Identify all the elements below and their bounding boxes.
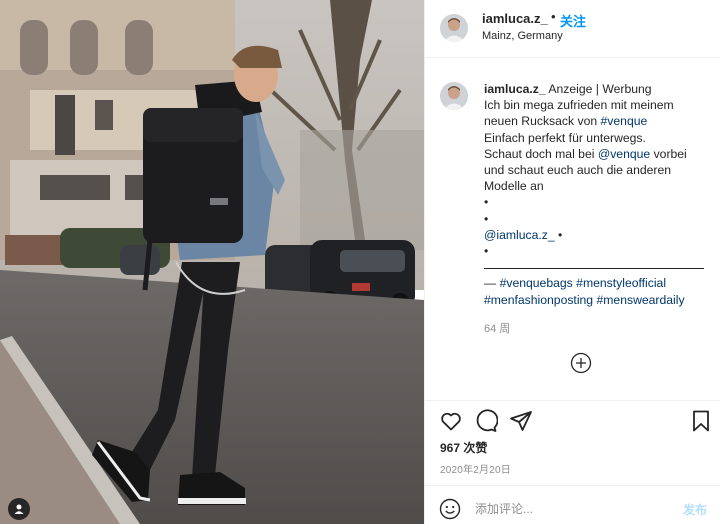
caption-section: iamluca.z_ Anzeige | Werbung Ich bin meg… [425, 58, 720, 400]
heart-icon[interactable] [439, 409, 463, 433]
caption-line: Schaut doch mal bei @venque vorbei [484, 146, 716, 162]
separator-dot: • [551, 9, 556, 24]
caption-line: Ich bin mega zufrieden mit meinem [484, 98, 674, 113]
author-username-link[interactable]: iamluca.z_ [482, 11, 548, 26]
avatar-image [440, 82, 468, 110]
post-side-panel: iamluca.z_ • 关注 Mainz, Germany iamluca.z… [424, 0, 720, 524]
caption-line: Einfach perfekt für unterwegs. [484, 130, 646, 145]
caption-text-span: Anzeige | Werbung [545, 82, 652, 96]
caption-text-span: — [484, 276, 500, 291]
bookmark-icon[interactable] [689, 409, 713, 433]
author-avatar[interactable] [440, 14, 468, 42]
caption-author-avatar[interactable] [440, 82, 468, 110]
caption-username-link[interactable]: iamluca.z_ [484, 82, 546, 96]
caption-line: #menfashionposting #mensweardaily [484, 292, 716, 308]
post-header: iamluca.z_ • 关注 Mainz, Germany [425, 0, 720, 58]
caption-line: Modelle an [484, 179, 544, 194]
caption-text-span: Schaut doch mal bei [484, 146, 598, 161]
comment-bar: 发布 [425, 485, 720, 524]
share-icon[interactable] [509, 409, 533, 433]
caption-line: neuen Rucksack von #venque [484, 113, 716, 129]
caption-line: und schaut euch auch die anderen [484, 163, 672, 178]
avatar-image [440, 14, 468, 42]
hashtag-link[interactable]: #menstyleofficial [576, 276, 666, 290]
load-more-comments-icon[interactable] [570, 352, 592, 374]
hashtag-link[interactable]: #mensweardaily [596, 293, 684, 307]
like-count[interactable]: 967 次赞 [440, 439, 487, 456]
caption-text: iamluca.z_ Anzeige | Werbung Ich bin meg… [484, 81, 716, 308]
caption-bullet: • [484, 211, 489, 226]
tagged-users-button[interactable] [8, 498, 30, 520]
hashtag-link[interactable]: #menfashionposting [484, 293, 593, 307]
caption-line: iamluca.z_ Anzeige | Werbung [484, 81, 716, 97]
caption-text-span: vorbei [650, 146, 687, 161]
comment-icon[interactable] [474, 409, 498, 433]
caption-bullet: • [484, 195, 489, 210]
hashtag-link[interactable]: #venquebags [500, 276, 573, 290]
follow-button[interactable]: 关注 [560, 11, 586, 30]
caption-time-ago[interactable]: 64 周 [484, 320, 510, 336]
comment-input[interactable] [475, 498, 665, 520]
mention-link[interactable]: @venque [598, 147, 650, 161]
caption-text-span: • [554, 227, 563, 242]
street-photo-illustration [0, 0, 424, 524]
emoji-icon[interactable] [439, 498, 461, 520]
post-actions: 967 次赞 2020年2月20日 发布 [425, 400, 720, 524]
location-link[interactable]: Mainz, Germany [482, 30, 563, 42]
caption-line: — #venquebags #menstyleofficial [484, 275, 716, 291]
caption-bullet: • [484, 244, 489, 259]
post-comment-button[interactable]: 发布 [683, 501, 707, 518]
post-photo[interactable] [0, 0, 424, 524]
caption-line: @iamluca.z_ • [484, 227, 716, 243]
mention-link[interactable]: @iamluca.z_ [484, 228, 555, 242]
hashtag-link[interactable]: #venque [601, 114, 648, 128]
divider-rule [484, 267, 704, 269]
caption-divider [484, 259, 716, 275]
caption-text-span: neuen Rucksack von [484, 114, 601, 129]
user-icon [14, 504, 24, 514]
post-date[interactable]: 2020年2月20日 [440, 461, 511, 476]
